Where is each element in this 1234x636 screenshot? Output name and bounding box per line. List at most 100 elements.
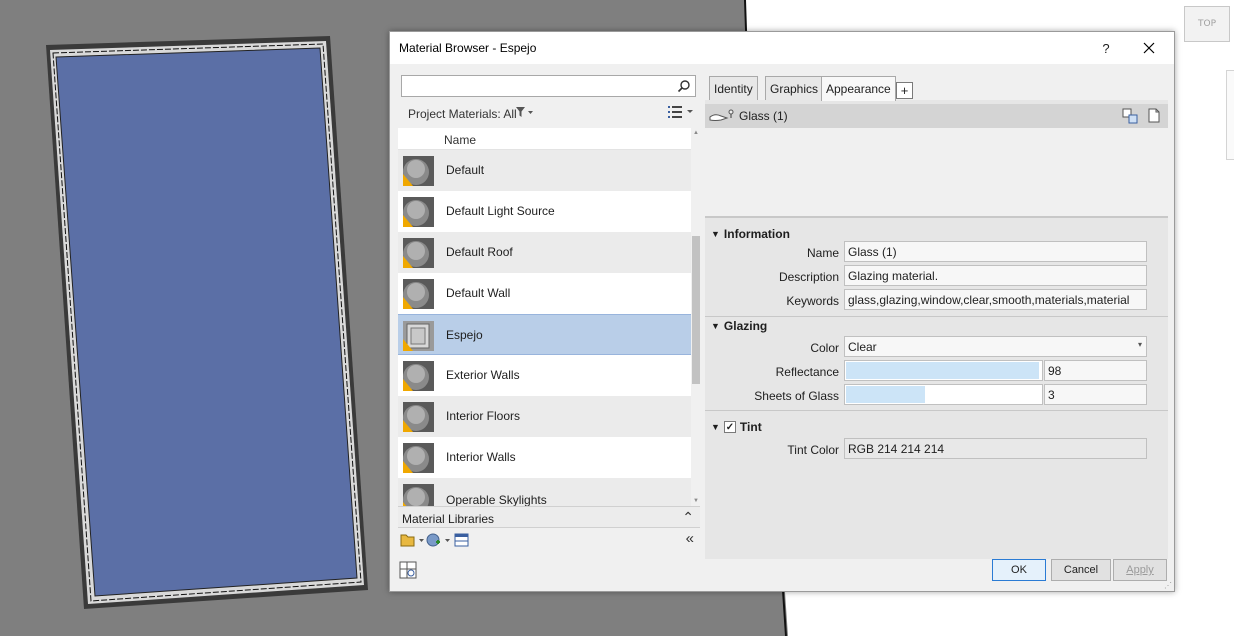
description-field[interactable]: Glazing material. [844, 265, 1147, 286]
scrollbar-thumb[interactable] [692, 236, 700, 384]
information-header[interactable]: ▼ Information [711, 227, 790, 241]
list-column-header[interactable]: Name [398, 128, 691, 150]
color-select[interactable]: Clear ▾ [844, 336, 1147, 357]
material-item-interior-walls[interactable]: Interior Walls [398, 437, 691, 478]
material-item-label: Default Roof [446, 245, 513, 259]
reflectance-value-field[interactable]: 98 [1044, 360, 1147, 381]
tab-graphics[interactable]: Graphics [765, 76, 824, 100]
material-sphere-icon [403, 238, 434, 268]
ok-button[interactable]: OK [992, 559, 1046, 581]
tab-identity[interactable]: Identity [709, 76, 758, 100]
material-item-exterior-walls[interactable]: Exterior Walls [398, 355, 691, 396]
panel-layout-icon[interactable] [454, 532, 470, 548]
glass-panel [55, 47, 358, 597]
asset-browser-icon[interactable] [399, 561, 417, 579]
dialog-footer: OK Cancel Apply ⋰ [390, 556, 1174, 592]
close-button[interactable] [1132, 36, 1166, 60]
material-sphere-icon [403, 279, 434, 309]
material-sphere-icon [403, 156, 434, 186]
material-browser-dialog: Material Browser - Espejo ? Project Mate… [389, 31, 1175, 592]
material-libraries-label: Material Libraries [402, 512, 495, 526]
scroll-down-icon[interactable]: ▼ [693, 498, 699, 504]
expand-up-icon[interactable]: ⌃ [682, 509, 694, 526]
sheets-slider-fill [846, 386, 925, 403]
section-divider [705, 316, 1168, 317]
view-cube-top[interactable]: TOP [1184, 6, 1230, 42]
material-sphere-icon [403, 197, 434, 227]
material-item-default[interactable]: Default [398, 150, 691, 191]
material-list: Default Default Light Source Default Roo… [398, 150, 691, 506]
description-label: Description [778, 270, 839, 284]
tint-color-field[interactable]: RGB 214 214 214 [844, 438, 1147, 459]
keywords-label: Keywords [786, 294, 839, 308]
tint-heading: Tint [739, 420, 762, 434]
material-item-default-light-source[interactable]: Default Light Source [398, 191, 691, 232]
search-input[interactable] [404, 77, 668, 95]
material-sphere-icon [403, 484, 434, 506]
keywords-field[interactable]: glass,glazing,window,clear,smooth,materi… [844, 289, 1147, 310]
material-item-label: Default [446, 163, 485, 177]
material-item-interior-floors[interactable]: Interior Floors [398, 396, 691, 437]
tint-color-label: Tint Color [787, 443, 839, 457]
material-item-label: Exterior Walls [446, 368, 520, 382]
help-button[interactable]: ? [1092, 36, 1120, 60]
name-column-label: Name [444, 133, 477, 147]
section-divider [705, 410, 1168, 411]
tint-header[interactable]: ▼ ✓ Tint [711, 420, 762, 434]
close-icon [1143, 42, 1155, 54]
sheets-of-glass-slider[interactable] [844, 384, 1043, 405]
material-item-label: Interior Floors [446, 409, 521, 423]
information-heading: Information [723, 227, 790, 241]
material-item-label: Interior Walls [446, 450, 516, 464]
title-bar: Material Browser - Espejo ? [390, 32, 1174, 64]
material-editor-panel: Identity Graphics Appearance + Glass (1) [705, 72, 1168, 559]
material-item-espejo[interactable]: Espejo [398, 314, 691, 355]
asset-name: Glass (1) [739, 109, 788, 123]
library-toolbar: « [398, 530, 700, 550]
replace-asset-icon[interactable] [1122, 108, 1138, 124]
list-view-icon[interactable] [668, 105, 694, 119]
collapse-triangle-icon[interactable]: ▼ [711, 321, 720, 331]
tint-checkbox[interactable]: ✓ [723, 421, 736, 433]
name-field[interactable]: Glass (1) [844, 241, 1147, 262]
sheets-of-glass-value-field[interactable]: 3 [1044, 384, 1147, 405]
create-material-icon[interactable] [426, 532, 452, 548]
filter-icon[interactable] [516, 107, 534, 118]
duplicate-asset-icon[interactable] [1146, 108, 1162, 124]
editor-tabs: Identity Graphics Appearance + [705, 72, 1168, 101]
search-icon[interactable] [677, 79, 691, 93]
project-materials-label: Project Materials: All [408, 107, 517, 121]
material-item-default-roof[interactable]: Default Roof [398, 232, 691, 273]
dialog-title: Material Browser - Espejo [399, 41, 537, 55]
scroll-up-icon[interactable]: ▲ [693, 130, 699, 136]
navigation-bar[interactable] [1226, 70, 1234, 160]
list-scrollbar[interactable]: ▲ ▼ [691, 128, 701, 506]
add-asset-tab-button[interactable]: + [896, 82, 913, 99]
material-list-panel: Project Materials: All Name Default Defa… [398, 72, 701, 552]
resize-grip-icon[interactable]: ⋰ [1164, 581, 1172, 590]
appearance-preview [705, 128, 1168, 218]
collapse-triangle-icon[interactable]: ▼ [711, 229, 720, 239]
reflectance-slider-fill [846, 362, 1039, 379]
cancel-button[interactable]: Cancel [1051, 559, 1111, 581]
apply-button[interactable]: Apply [1113, 559, 1167, 581]
collapse-panel-icon[interactable]: « [686, 530, 694, 547]
material-item-label: Default Light Source [446, 204, 555, 218]
material-item-label: Operable Skylights [446, 493, 547, 506]
asset-bar: Glass (1) [705, 104, 1168, 128]
glass-material-icon [403, 321, 434, 351]
collapse-triangle-icon[interactable]: ▼ [711, 422, 720, 432]
material-item-label: Default Wall [446, 286, 511, 300]
tab-appearance[interactable]: Appearance [821, 76, 896, 101]
material-item-default-wall[interactable]: Default Wall [398, 273, 691, 314]
glazing-header[interactable]: ▼ Glazing [711, 319, 767, 333]
material-item-label: Espejo [446, 328, 483, 342]
project-materials-filter[interactable]: Project Materials: All [398, 102, 700, 124]
material-libraries-bar[interactable]: Material Libraries ⌃ [398, 506, 700, 528]
reflectance-slider[interactable] [844, 360, 1043, 381]
search-box[interactable] [401, 75, 696, 97]
material-sphere-icon [403, 443, 434, 473]
open-library-icon[interactable] [400, 532, 426, 548]
material-sphere-icon [403, 402, 434, 432]
material-item-operable-skylights[interactable]: Operable Skylights [398, 478, 691, 506]
